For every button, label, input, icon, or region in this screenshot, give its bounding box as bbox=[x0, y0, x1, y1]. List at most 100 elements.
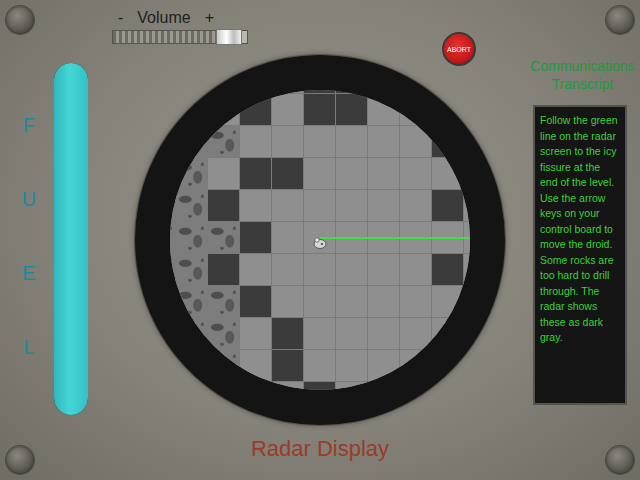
radar-cell bbox=[400, 286, 432, 318]
communications-panel: Communications Transcript Follow the gree… bbox=[525, 0, 640, 480]
radar-cell bbox=[400, 350, 432, 382]
radar-cell bbox=[208, 158, 240, 190]
radar-cell bbox=[240, 382, 272, 390]
radar-cell bbox=[368, 254, 400, 286]
radar-cell bbox=[432, 94, 464, 126]
volume-thumb[interactable] bbox=[216, 29, 242, 45]
radar-cell bbox=[304, 126, 336, 158]
radar-cell bbox=[240, 254, 272, 286]
volume-down-label: - bbox=[118, 9, 123, 27]
radar-cell bbox=[272, 126, 304, 158]
radar-cell bbox=[304, 254, 336, 286]
radar-cell bbox=[240, 222, 272, 254]
radar-panel: -Volume+ABORTRadar Display bbox=[115, 0, 525, 480]
radar-cell bbox=[176, 222, 208, 254]
radar-map bbox=[170, 90, 470, 390]
radar-cell bbox=[464, 158, 470, 190]
radar-cell bbox=[368, 126, 400, 158]
radar-cell bbox=[176, 254, 208, 286]
radar-cell bbox=[176, 350, 208, 382]
radar-cell bbox=[464, 94, 470, 126]
radar-cell bbox=[368, 158, 400, 190]
radar-cell bbox=[432, 350, 464, 382]
radar-cell bbox=[368, 318, 400, 350]
communications-title: Communications Transcript bbox=[525, 57, 640, 93]
radar-cell bbox=[400, 254, 432, 286]
radar-cell bbox=[336, 190, 368, 222]
radar-cell bbox=[176, 382, 208, 390]
top-controls: -Volume+ABORT bbox=[115, 0, 525, 55]
radar-cell bbox=[336, 158, 368, 190]
volume-fill bbox=[113, 31, 220, 43]
fuel-letter: E bbox=[20, 261, 38, 285]
radar-cell bbox=[240, 126, 272, 158]
radar-cell bbox=[304, 190, 336, 222]
fuel-letter: U bbox=[20, 187, 38, 211]
radar-cell bbox=[208, 222, 240, 254]
radar-cell bbox=[304, 286, 336, 318]
radar-cell bbox=[208, 126, 240, 158]
radar-cell bbox=[400, 158, 432, 190]
radar-cell bbox=[464, 318, 470, 350]
radar-cell bbox=[240, 94, 272, 126]
radar-cell bbox=[272, 350, 304, 382]
radar-cell bbox=[336, 126, 368, 158]
radar-cell bbox=[272, 158, 304, 190]
radar-cell bbox=[432, 318, 464, 350]
fuel-letter: L bbox=[20, 335, 38, 359]
volume-label-row: -Volume+ bbox=[115, 0, 525, 27]
radar-cell bbox=[464, 286, 470, 318]
radar-cell bbox=[208, 350, 240, 382]
radar-cell bbox=[432, 254, 464, 286]
transcript-box: Follow the green line on the radar scree… bbox=[533, 105, 627, 405]
radar-cell bbox=[400, 318, 432, 350]
radar-cell bbox=[432, 158, 464, 190]
guide-line bbox=[320, 237, 470, 239]
radar-cell bbox=[272, 286, 304, 318]
radar-cell bbox=[368, 190, 400, 222]
radar-cell bbox=[304, 350, 336, 382]
radar-cell bbox=[176, 94, 208, 126]
radar-cell bbox=[304, 382, 336, 390]
radar-cell bbox=[464, 350, 470, 382]
radar-cell bbox=[432, 190, 464, 222]
radar-cell bbox=[208, 94, 240, 126]
radar-cell bbox=[272, 94, 304, 126]
radar-cell bbox=[240, 190, 272, 222]
radar-title: Radar Display bbox=[115, 436, 525, 462]
radar-cell bbox=[336, 382, 368, 390]
radar-cell bbox=[208, 286, 240, 318]
screw-icon bbox=[606, 6, 634, 34]
radar-cell bbox=[304, 94, 336, 126]
radar-cell bbox=[304, 318, 336, 350]
abort-button[interactable]: ABORT bbox=[442, 32, 476, 66]
droid-icon bbox=[312, 230, 328, 244]
fuel-letter: F bbox=[20, 113, 38, 137]
radar-cell bbox=[176, 318, 208, 350]
radar-cell bbox=[432, 126, 464, 158]
radar-cell bbox=[464, 382, 470, 390]
radar-cell bbox=[400, 94, 432, 126]
fuel-gauge bbox=[54, 63, 88, 415]
radar-cell bbox=[176, 190, 208, 222]
screw-icon bbox=[6, 446, 34, 474]
radar-cell bbox=[208, 254, 240, 286]
volume-up-label: + bbox=[205, 9, 214, 27]
radar-cell bbox=[176, 126, 208, 158]
radar-cell bbox=[240, 158, 272, 190]
fuel-label: F U E L bbox=[20, 63, 38, 480]
radar-cell bbox=[240, 350, 272, 382]
radar-cell bbox=[336, 286, 368, 318]
radar-cell bbox=[240, 286, 272, 318]
radar-cell bbox=[368, 94, 400, 126]
radar-cell bbox=[176, 158, 208, 190]
radar-cell bbox=[336, 254, 368, 286]
radar-cell bbox=[176, 286, 208, 318]
radar-cell bbox=[208, 318, 240, 350]
radar-cell bbox=[464, 126, 470, 158]
radar-cell bbox=[400, 382, 432, 390]
screw-icon bbox=[6, 6, 34, 34]
volume-slider[interactable] bbox=[112, 30, 248, 44]
radar-cell bbox=[464, 254, 470, 286]
radar-cell bbox=[336, 94, 368, 126]
